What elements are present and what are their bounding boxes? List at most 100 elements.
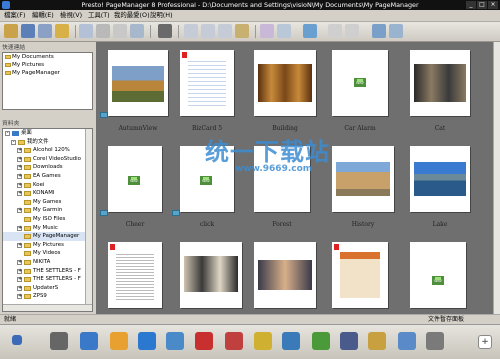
- view-mode-icon[interactable]: [260, 24, 274, 38]
- paste-icon[interactable]: [96, 24, 110, 38]
- zoom-out-icon[interactable]: [345, 24, 359, 38]
- menu-help[interactable]: 說明(H): [150, 11, 173, 20]
- thumbnail-cheer[interactable]: WAV: [108, 146, 162, 212]
- open-folder-icon[interactable]: [4, 24, 18, 38]
- printer-icon[interactable]: [50, 332, 68, 350]
- favorite-item[interactable]: My Pictures: [3, 61, 92, 69]
- menu-favorites[interactable]: 我的最愛(O): [114, 11, 150, 20]
- tree-item[interactable]: My PageManager: [3, 232, 92, 241]
- pdf-reader-icon[interactable]: [225, 332, 243, 350]
- folder-icon: [24, 148, 31, 154]
- tree-item[interactable]: + Corel VideoStudio: [3, 155, 92, 164]
- thumbnail-bizcard[interactable]: [180, 50, 234, 116]
- send-icon[interactable]: [398, 332, 416, 350]
- tree-item[interactable]: + THE SETTLERS - F: [3, 267, 92, 276]
- tree-item[interactable]: + KONAMI: [3, 189, 92, 198]
- folder-icon: [24, 259, 31, 265]
- favorite-item[interactable]: My PageManager: [3, 69, 92, 77]
- thumbnail-audio[interactable]: WAV: [410, 242, 466, 308]
- add-icon[interactable]: +: [478, 335, 492, 349]
- tree-item-desktop[interactable]: - 桌面: [3, 129, 92, 138]
- arrow-left-icon[interactable]: [12, 335, 22, 345]
- tree-item[interactable]: My Videos: [3, 249, 92, 258]
- thumbnail-caption: Cheer: [125, 221, 145, 228]
- help-icon[interactable]: [389, 24, 403, 38]
- rename-icon[interactable]: [130, 24, 144, 38]
- thumbnail-document[interactable]: [108, 242, 162, 308]
- folder-icon: [24, 165, 31, 171]
- tree-item[interactable]: + THE SETTLERS - F: [3, 275, 92, 284]
- people-icon[interactable]: [282, 332, 300, 350]
- tree-item[interactable]: + NIKITA: [3, 258, 92, 267]
- tree-item[interactable]: My ISO Files: [3, 215, 92, 224]
- folder-icon: [24, 251, 31, 257]
- pen-icon[interactable]: [254, 332, 272, 350]
- menu-view[interactable]: 檢視(V): [60, 11, 82, 20]
- copy-icon[interactable]: [79, 24, 93, 38]
- stack-icon[interactable]: [218, 24, 232, 38]
- tree-item[interactable]: + My Pictures: [3, 241, 92, 250]
- settings-icon[interactable]: [372, 24, 386, 38]
- acrobat-icon[interactable]: [195, 332, 213, 350]
- photo-image: [184, 256, 238, 292]
- rotate-right-icon[interactable]: [201, 24, 215, 38]
- mail-icon[interactable]: [368, 332, 386, 350]
- tree-vertical-scrollbar[interactable]: [85, 129, 92, 311]
- acquire-icon[interactable]: [38, 24, 52, 38]
- scanner-icon[interactable]: [80, 332, 98, 350]
- left-panel: 快速連結 My Documents My Pictures My PageMan…: [0, 42, 95, 314]
- folder-icon: [24, 268, 31, 274]
- thumbnail-autumnview[interactable]: [108, 50, 168, 116]
- thumbnail-meeting[interactable]: [180, 242, 242, 308]
- tree-item[interactable]: + Downloads: [3, 163, 92, 172]
- wav-icon: WAV: [432, 276, 444, 285]
- thumbnail-vertical-scrollbar[interactable]: [493, 42, 500, 314]
- tree-item[interactable]: + Koei: [3, 181, 92, 190]
- tree-item[interactable]: + ZPS9: [3, 292, 92, 301]
- document-icon[interactable]: [166, 332, 184, 350]
- thumbnail-view-icon[interactable]: [277, 24, 291, 38]
- minimize-button[interactable]: _: [466, 1, 476, 9]
- document-image: [340, 252, 380, 298]
- tree-item-my-documents[interactable]: - 我的文件: [3, 138, 92, 147]
- menu-edit[interactable]: 編輯(E): [32, 11, 54, 20]
- export-icon[interactable]: [55, 24, 69, 38]
- tree-item[interactable]: + My Music: [3, 224, 92, 233]
- zoom-in-icon[interactable]: [328, 24, 342, 38]
- thumbnail-caption: History: [351, 221, 375, 228]
- thumbnail-cat[interactable]: [410, 50, 470, 116]
- thumbnail-building[interactable]: [254, 50, 316, 116]
- tree-item[interactable]: + My Garmin: [3, 206, 92, 215]
- fax-icon[interactable]: [340, 332, 358, 350]
- thumbnail-handshake[interactable]: [254, 242, 316, 308]
- thumbnail-caption: Lake: [432, 221, 448, 228]
- paint-icon[interactable]: [110, 332, 128, 350]
- maximize-button[interactable]: □: [477, 1, 487, 9]
- photo-image: [414, 162, 466, 196]
- rotate-left-icon[interactable]: [184, 24, 198, 38]
- browser-icon[interactable]: [138, 332, 156, 350]
- thumbnail-caption: Car Alarm: [344, 125, 376, 132]
- menu-tools[interactable]: 工具(T): [88, 11, 110, 20]
- scan-icon[interactable]: [21, 24, 35, 38]
- delete-icon[interactable]: [113, 24, 127, 38]
- folder-icon: [24, 277, 31, 283]
- tree-item[interactable]: + Alcohol 120%: [3, 146, 92, 155]
- more-icon[interactable]: [426, 332, 444, 350]
- menu-file[interactable]: 檔案(F): [4, 11, 25, 20]
- find-icon[interactable]: [158, 24, 172, 38]
- edit-icon[interactable]: [312, 332, 330, 350]
- thumbnail-webpage[interactable]: [332, 242, 388, 308]
- tree-item[interactable]: + EA Games: [3, 172, 92, 181]
- application-bar: +: [0, 324, 500, 359]
- unstack-icon[interactable]: [235, 24, 249, 38]
- favorite-item[interactable]: My Documents: [3, 53, 92, 61]
- tree-horizontal-scrollbar[interactable]: [3, 304, 92, 311]
- thumbnail-car-alarm[interactable]: WAV: [332, 50, 388, 116]
- thumbnail-lake[interactable]: [410, 146, 470, 212]
- tree-item[interactable]: + UpdaterS: [3, 284, 92, 293]
- thumbnail-history[interactable]: [332, 146, 394, 212]
- close-button[interactable]: ×: [488, 1, 498, 9]
- tree-item[interactable]: My Games: [3, 198, 92, 207]
- preview-icon[interactable]: [303, 24, 317, 38]
